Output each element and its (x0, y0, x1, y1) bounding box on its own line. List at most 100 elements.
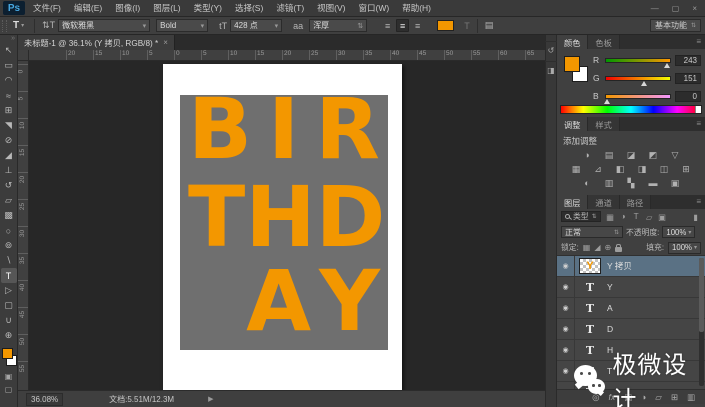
lasso-tool[interactable]: ◠ (1, 73, 17, 88)
horizontal-ruler[interactable]: 20 15 10 5 0 5 10 15 20 25 30 35 40 45 50 55 60 65 (18, 50, 545, 61)
hand-tool[interactable]: ∪ (1, 313, 17, 328)
curves-icon[interactable]: ◪ (624, 149, 638, 161)
zoom-level-field[interactable]: 36.08% (26, 392, 64, 406)
toggle-text-orientation-icon[interactable]: ⇅T (42, 20, 55, 31)
tool-preset-picker[interactable]: T ▾ (13, 20, 24, 31)
spectrum-white-end[interactable] (695, 106, 701, 113)
document-tab[interactable]: 未标题-1 @ 36.1% (Y 拷贝, RGB/8) * × (18, 35, 175, 50)
tab-paths[interactable]: 路径 (619, 195, 652, 209)
invert-icon[interactable]: ◐ (580, 177, 594, 189)
menu-item-视图(V)[interactable]: 视图(V) (317, 2, 345, 14)
panel-menu-icon[interactable]: ≡ (696, 117, 705, 131)
eyedropper-tool[interactable]: ◥ (1, 118, 17, 133)
options-grip[interactable] (2, 19, 7, 32)
close-button[interactable]: × (692, 4, 697, 13)
menu-item-编辑(E)[interactable]: 编辑(E) (74, 2, 102, 14)
tab-color[interactable]: 颜色 (557, 35, 589, 49)
brush-tool[interactable]: ◢ (1, 148, 17, 163)
dodge-tool[interactable]: ⊚ (1, 238, 17, 253)
channel-mixer-icon[interactable]: ◫ (657, 163, 671, 175)
tab-swatches[interactable]: 色板 (588, 35, 620, 49)
layer-thumbnail[interactable]: T (575, 281, 605, 294)
align-left-button[interactable]: ≡ (381, 19, 394, 32)
foreground-color-swatch[interactable] (564, 56, 580, 72)
menu-item-滤镜(T)[interactable]: 滤镜(T) (276, 2, 304, 14)
align-right-button[interactable]: ≡ (411, 19, 424, 32)
r-value-field[interactable]: 243 (675, 54, 701, 66)
crop-tool[interactable]: ⊞ (1, 103, 17, 118)
menu-item-选择(S)[interactable]: 选择(S) (235, 2, 263, 14)
eraser-tool[interactable]: ▱ (1, 193, 17, 208)
exposure-icon[interactable]: ◩ (646, 149, 660, 161)
pen-tool[interactable]: ∖ (1, 253, 17, 268)
b-value-field[interactable]: 0 (675, 90, 701, 102)
lock-position-icon[interactable]: ⊕ (604, 243, 611, 252)
align-center-button[interactable]: ≡ (396, 19, 410, 32)
color-balance-icon[interactable]: ⊿ (591, 163, 605, 175)
quick-selection-tool[interactable]: ≈ (1, 88, 17, 103)
menu-item-文件(F)[interactable]: 文件(F) (33, 2, 61, 14)
anti-alias-select[interactable]: 浑厚 ⇅ (309, 19, 368, 32)
visibility-eye-icon[interactable]: ◉ (557, 340, 575, 360)
visibility-eye-icon[interactable]: ◉ (557, 256, 575, 276)
history-panel-icon[interactable]: ↺ (545, 41, 557, 55)
g-value-field[interactable]: 151 (675, 72, 701, 84)
gradient-tool[interactable]: ▩ (1, 208, 17, 223)
gradient-map-icon[interactable]: ▬ (646, 177, 660, 189)
slider-thumb[interactable] (604, 98, 611, 104)
menu-item-图层(L)[interactable]: 图层(L) (153, 2, 180, 14)
font-style-select[interactable]: Bold ▾ (156, 19, 209, 32)
collapse-tools-icon[interactable]: » (0, 35, 17, 43)
foreground-color-swatch[interactable] (1, 348, 13, 359)
zoom-tool[interactable]: ⊕ (1, 328, 17, 343)
spot-healing-tool[interactable]: ⊘ (1, 133, 17, 148)
canvas-page[interactable]: BIRTHDAY (163, 64, 402, 390)
vertical-ruler[interactable]: 0 5 10 15 20 25 30 35 40 45 50 55 (18, 61, 29, 390)
vibrance-icon[interactable]: ▽ (668, 149, 682, 161)
photo-filter-icon[interactable]: ◨ (635, 163, 649, 175)
panel-menu-icon[interactable]: ≡ (696, 195, 705, 209)
visibility-eye-icon[interactable]: ◉ (557, 382, 575, 389)
canvas-viewport[interactable]: BIRTHDAY (29, 61, 545, 390)
threshold-icon[interactable]: ▚ (624, 177, 638, 189)
b-slider[interactable] (604, 93, 671, 104)
menu-item-帮助(H)[interactable]: 帮助(H) (402, 2, 431, 14)
filter-toggle-icon[interactable]: ▮ (690, 212, 701, 222)
layer-thumbnail[interactable]: T (575, 302, 605, 315)
layer-thumbnail[interactable]: Y (575, 258, 605, 274)
move-tool[interactable]: ↖ (1, 43, 17, 58)
menu-item-窗口(W)[interactable]: 窗口(W) (359, 2, 390, 14)
tab-channels[interactable]: 通道 (588, 195, 620, 209)
menu-item-图像(I)[interactable]: 图像(I) (115, 2, 140, 14)
visibility-eye-icon[interactable]: ◉ (557, 298, 575, 318)
filter-shape-layers-icon[interactable]: ▱ (644, 212, 655, 222)
layer-thumbnail-image[interactable]: Y (579, 258, 601, 274)
tab-adjustments[interactable]: 调整 (557, 117, 589, 131)
brightness-contrast-icon[interactable]: ◑ (580, 149, 594, 161)
g-slider[interactable] (605, 75, 671, 86)
lock-all-icon[interactable] (615, 243, 623, 252)
quick-mask-icon[interactable]: ▣ (5, 372, 13, 385)
maximize-button[interactable]: ▢ (672, 4, 680, 13)
layer-row[interactable]: ◉ T A (557, 298, 705, 319)
posterize-icon[interactable]: ▥ (602, 177, 616, 189)
blur-tool[interactable]: ○ (1, 223, 17, 238)
screen-mode-icon[interactable]: ▢ (5, 385, 13, 398)
visibility-eye-icon[interactable]: ◉ (557, 361, 575, 381)
blend-mode-select[interactable]: 正常 ⇅ (561, 226, 623, 238)
marquee-tool[interactable]: ▭ (1, 58, 17, 73)
filter-type-layers-icon[interactable]: T (631, 212, 642, 222)
lock-image-pixels-icon[interactable]: ◢ (594, 243, 600, 252)
color-spectrum-bar[interactable] (560, 105, 702, 114)
text-color-swatch[interactable] (437, 20, 455, 31)
filter-smart-objects-icon[interactable]: ▣ (657, 212, 668, 222)
tab-layers[interactable]: 图层 (557, 195, 589, 209)
menu-item-类型(Y)[interactable]: 类型(Y) (194, 2, 222, 14)
tab-styles[interactable]: 样式 (588, 117, 620, 131)
selective-color-icon[interactable]: ▣ (668, 177, 682, 189)
font-size-select[interactable]: 428 点 ▾ (230, 19, 283, 32)
properties-panel-icon[interactable]: ◨ (545, 61, 557, 75)
minimize-button[interactable]: — (651, 4, 659, 13)
black-white-icon[interactable]: ◧ (613, 163, 627, 175)
slider-thumb[interactable] (663, 62, 670, 68)
